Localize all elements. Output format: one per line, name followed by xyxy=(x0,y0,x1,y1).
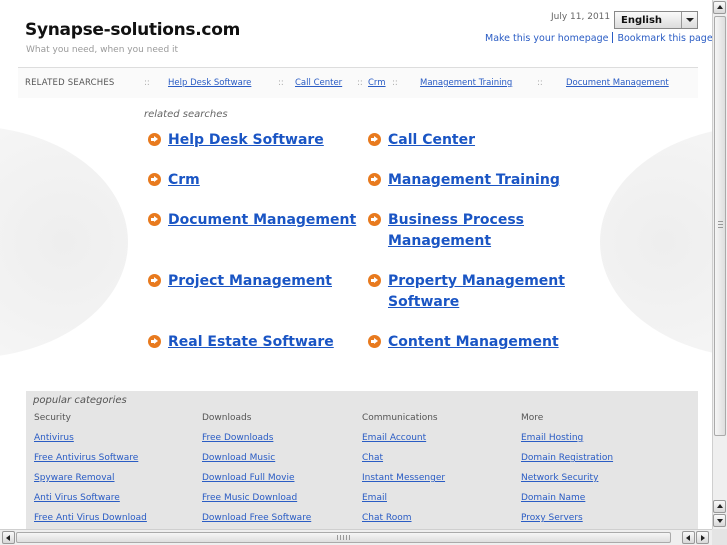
popular-categories-title: popular categories xyxy=(33,395,127,406)
category-link[interactable]: Domain Name xyxy=(521,493,613,513)
horizontal-scrollbar[interactable] xyxy=(0,529,712,545)
arrow-right-icon xyxy=(368,335,381,348)
related-item: Help Desk Software xyxy=(148,130,324,151)
related-item: Call Center xyxy=(368,130,475,151)
site-tagline: What you need, when you need it xyxy=(26,45,179,55)
date-text: July 11, 2011 xyxy=(551,12,611,22)
related-link[interactable]: Document Management xyxy=(168,212,356,228)
related-link[interactable]: Real Estate Software xyxy=(168,334,334,350)
category-link[interactable]: Free Downloads xyxy=(202,433,311,453)
vertical-scrollbar[interactable] xyxy=(712,0,727,529)
related-item: Crm xyxy=(148,170,200,191)
arrow-right-icon xyxy=(148,274,161,287)
related-item: Real Estate Software xyxy=(148,332,334,353)
arrow-right-icon xyxy=(368,133,381,146)
category-link[interactable]: Download Full Movie xyxy=(202,473,311,493)
column-header: Security xyxy=(34,413,71,423)
popular-categories: popular categories Security Antivirus Fr… xyxy=(26,391,698,529)
related-link[interactable]: Property Management Software xyxy=(388,273,565,310)
arrow-right-icon xyxy=(148,213,161,226)
category-link[interactable]: Free Music Download xyxy=(202,493,311,513)
category-link[interactable]: Antivirus xyxy=(34,433,147,453)
arrow-right-icon xyxy=(148,335,161,348)
site-title: Synapse-solutions.com xyxy=(25,20,240,40)
related-item: Management Training xyxy=(368,170,560,191)
category-column-communications: Communications Email Account Chat Instan… xyxy=(362,413,445,529)
related-item: Document Management xyxy=(148,210,356,231)
arrow-right-icon xyxy=(368,213,381,226)
category-link[interactable]: Domain Registration xyxy=(521,453,613,473)
bar-link-document-management[interactable]: Document Management xyxy=(566,78,669,88)
category-link[interactable]: Instant Messenger xyxy=(362,473,445,493)
column-header: Downloads xyxy=(202,413,252,423)
column-header: More xyxy=(521,413,544,423)
vertical-scroll-thumb[interactable] xyxy=(714,16,726,436)
separator: :: xyxy=(537,78,543,88)
related-link[interactable]: Call Center xyxy=(388,132,475,148)
arrow-right-icon xyxy=(368,173,381,186)
category-link[interactable]: Download Free Software xyxy=(202,513,311,529)
bar-link-help-desk-software[interactable]: Help Desk Software xyxy=(168,78,251,88)
related-item: Project Management xyxy=(148,271,332,292)
decorative-circle xyxy=(0,126,128,358)
category-link[interactable]: Email Account xyxy=(362,433,445,453)
related-searches-panel: related searches Help Desk Software Crm … xyxy=(0,98,712,380)
top-links: Make this your homepage Bookmark this pag… xyxy=(485,32,712,44)
page: Synapse-solutions.com What you need, whe… xyxy=(0,0,712,529)
category-link[interactable]: Anti Virus Software xyxy=(34,493,147,513)
related-link[interactable]: Project Management xyxy=(168,273,332,289)
horizontal-scroll-thumb[interactable] xyxy=(16,532,671,543)
related-link[interactable]: Business Process Management xyxy=(388,212,524,249)
related-link[interactable]: Management Training xyxy=(388,172,560,188)
category-column-downloads: Downloads Free Downloads Download Music … xyxy=(202,413,311,529)
category-column-more: More Email Hosting Domain Registration N… xyxy=(521,413,613,529)
separator: :: xyxy=(144,78,150,88)
category-link[interactable]: Proxy Servers xyxy=(521,513,613,529)
scroll-left-icon[interactable] xyxy=(682,531,695,544)
related-link[interactable]: Crm xyxy=(168,172,200,188)
category-link[interactable]: Chat xyxy=(362,453,445,473)
category-link[interactable]: Spyware Removal xyxy=(34,473,147,493)
language-value: English xyxy=(621,15,663,26)
scroll-down-icon[interactable] xyxy=(713,514,726,527)
separator: :: xyxy=(278,78,284,88)
category-link[interactable]: Download Music xyxy=(202,453,311,473)
category-link[interactable]: Email Hosting xyxy=(521,433,613,453)
bar-link-crm[interactable]: Crm xyxy=(368,78,386,88)
related-item: Content Management xyxy=(368,332,559,353)
make-homepage-link[interactable]: Make this your homepage xyxy=(485,33,608,44)
separator: :: xyxy=(392,78,398,88)
related-item: Property Management Software xyxy=(368,271,565,313)
column-header: Communications xyxy=(362,413,438,423)
arrow-right-icon xyxy=(148,133,161,146)
category-link[interactable]: Free Anti Virus Download xyxy=(34,513,147,529)
related-searches-title: related searches xyxy=(144,109,228,120)
decorative-circle xyxy=(600,126,712,358)
language-select[interactable]: English xyxy=(614,11,698,29)
scroll-left-icon[interactable] xyxy=(2,531,15,544)
separator: :: xyxy=(357,78,363,88)
bookmark-link[interactable]: Bookmark this page xyxy=(617,33,712,44)
bar-link-call-center[interactable]: Call Center xyxy=(295,78,342,88)
category-column-security: Security Antivirus Free Antivirus Softwa… xyxy=(34,413,147,529)
category-link[interactable]: Network Security xyxy=(521,473,613,493)
related-item: Business Process Management xyxy=(368,210,524,252)
related-bar-title: RELATED SEARCHES xyxy=(25,78,115,88)
category-link[interactable]: Free Antivirus Software xyxy=(34,453,147,473)
related-link[interactable]: Content Management xyxy=(388,334,559,350)
category-link[interactable]: Chat Room xyxy=(362,513,445,529)
divider xyxy=(612,32,614,43)
arrow-right-icon xyxy=(148,173,161,186)
scroll-right-icon[interactable] xyxy=(696,531,709,544)
scrollbar-corner xyxy=(712,529,727,545)
chevron-down-icon[interactable] xyxy=(681,12,697,28)
category-link[interactable]: Email xyxy=(362,493,445,513)
arrow-right-icon xyxy=(368,274,381,287)
bar-link-management-training[interactable]: Management Training xyxy=(420,78,512,88)
related-link[interactable]: Help Desk Software xyxy=(168,132,324,148)
scroll-up-icon[interactable] xyxy=(713,1,726,14)
related-searches-bar: RELATED SEARCHES :: Help Desk Software :… xyxy=(18,67,698,99)
scroll-up-icon[interactable] xyxy=(713,500,726,513)
